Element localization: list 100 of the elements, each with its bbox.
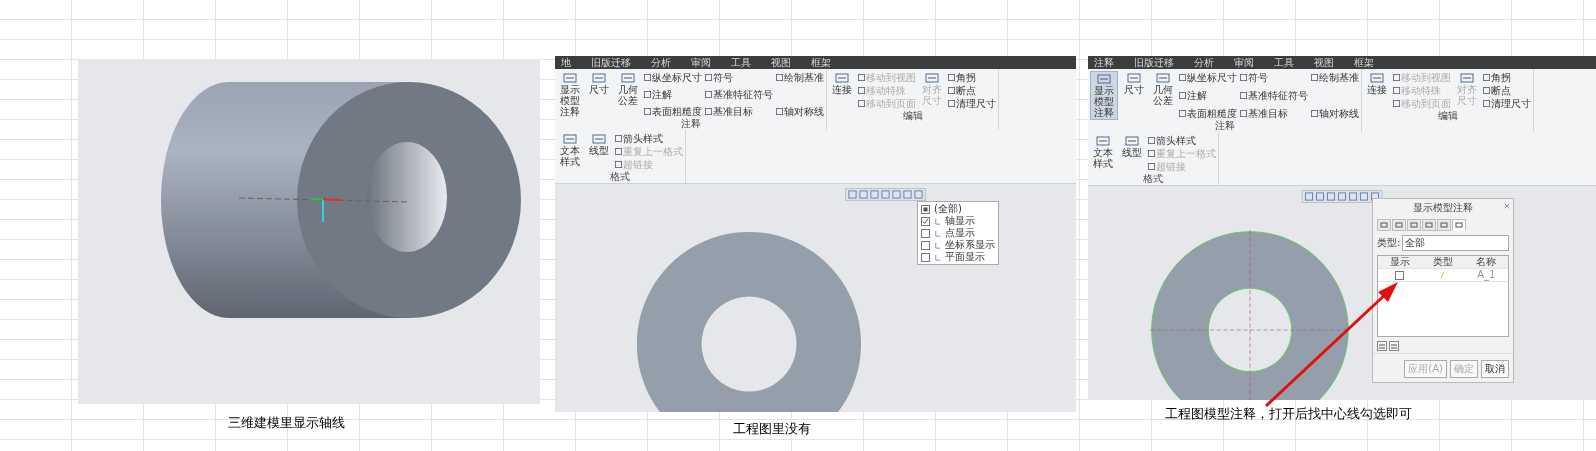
display-type-icon bbox=[934, 253, 941, 261]
ribbon-tab[interactable]: 工具 bbox=[731, 56, 751, 69]
ribbon-button[interactable]: 几何公差 bbox=[615, 71, 641, 118]
menu-item-label: 平面显示 bbox=[945, 251, 985, 263]
group-label[interactable]: 格式 bbox=[557, 171, 683, 183]
group-label[interactable]: 注释 bbox=[1090, 120, 1359, 132]
tool-icon bbox=[1156, 72, 1170, 84]
ribbon-button[interactable]: 清理尺寸 bbox=[1483, 97, 1531, 110]
ribbon-button[interactable]: 文本样式 bbox=[557, 132, 583, 171]
column-header: 名称 bbox=[1475, 256, 1498, 268]
ribbon-button[interactable]: 表面粗糙度 bbox=[644, 105, 702, 118]
ribbon-tab[interactable]: 分析 bbox=[651, 56, 671, 69]
ribbon-button[interactable]: 连接 bbox=[829, 71, 855, 110]
type-dropdown[interactable]: 全部 bbox=[1402, 235, 1509, 251]
dialog-tab[interactable] bbox=[1422, 219, 1436, 231]
display-type-icon bbox=[934, 241, 941, 249]
ribbon-button[interactable]: 显示模型注释 bbox=[557, 71, 583, 118]
ribbon-button[interactable]: 显示模型注释 bbox=[1090, 71, 1118, 120]
ribbon-tab[interactable]: 框架 bbox=[811, 56, 831, 69]
ribbon-button[interactable]: 角拐 bbox=[948, 71, 996, 84]
close-icon[interactable] bbox=[1504, 203, 1510, 209]
ribbon-button[interactable]: 绘制基准 bbox=[1311, 71, 1359, 84]
ribbon-button[interactable]: 线型 bbox=[1119, 134, 1145, 173]
ribbon-button[interactable]: 断点 bbox=[1483, 84, 1531, 97]
dialog-tab[interactable] bbox=[1392, 219, 1406, 231]
ribbon-button[interactable]: 表面粗糙度 bbox=[1179, 107, 1237, 120]
ribbon-button[interactable]: 箭头样式 bbox=[1148, 134, 1216, 147]
dialog-tab[interactable] bbox=[1452, 219, 1466, 231]
menu-item-label: (全部) bbox=[934, 203, 962, 215]
ribbon-button[interactable]: 纵坐标尺寸 bbox=[644, 71, 702, 84]
dialog-tab[interactable] bbox=[1377, 219, 1391, 231]
caption: 工程图模型注释，打开后找中心线勾选即可 bbox=[1165, 405, 1412, 423]
ribbon-tab[interactable]: 视图 bbox=[1314, 56, 1334, 69]
select-all-icon[interactable] bbox=[921, 204, 930, 214]
ribbon-button[interactable]: 符号 bbox=[1240, 71, 1308, 84]
ribbon-button[interactable]: 文本样式 bbox=[1090, 134, 1116, 173]
ribbon-tab[interactable]: 审阅 bbox=[691, 56, 711, 69]
checkbox[interactable] bbox=[921, 240, 930, 250]
ribbon-button[interactable]: 注解 bbox=[1179, 89, 1237, 102]
ribbon-tab[interactable]: 框架 bbox=[1354, 56, 1374, 69]
ribbon-button[interactable]: 断点 bbox=[948, 84, 996, 97]
ribbon-button[interactable]: 绘制基准 bbox=[776, 71, 824, 84]
list-tool-icon[interactable] bbox=[1389, 341, 1399, 351]
checkbox[interactable] bbox=[921, 252, 930, 262]
tool-icon bbox=[1127, 72, 1141, 84]
tool-icon bbox=[776, 108, 783, 115]
ribbon-button[interactable]: 清理尺寸 bbox=[948, 97, 996, 110]
ribbon-tab[interactable]: 注释 bbox=[1094, 56, 1114, 69]
dialog-tab[interactable] bbox=[1407, 219, 1421, 231]
column-header: 类型 bbox=[1432, 256, 1454, 268]
tool-icon bbox=[705, 91, 712, 98]
display-type-icon bbox=[934, 229, 941, 237]
checkbox[interactable] bbox=[921, 216, 930, 226]
checkbox[interactable] bbox=[921, 228, 930, 238]
dialog-button[interactable]: 取消 bbox=[1481, 360, 1509, 378]
tool-icon bbox=[1240, 92, 1247, 99]
tool-icon bbox=[621, 72, 635, 84]
ribbon-button[interactable]: 基准特征符号 bbox=[1240, 89, 1308, 102]
group-label[interactable]: 注释 bbox=[557, 118, 824, 130]
ribbon-button[interactable]: 尺寸 bbox=[1121, 71, 1147, 120]
ribbon-button[interactable]: 基准特征符号 bbox=[705, 88, 773, 101]
ribbon-button[interactable]: 基准目标 bbox=[1240, 107, 1308, 120]
group-label[interactable]: 格式 bbox=[1090, 173, 1216, 185]
ribbon-tab[interactable]: 视图 bbox=[771, 56, 791, 69]
tool-icon bbox=[644, 91, 651, 98]
ribbon-tab[interactable]: 地 bbox=[561, 56, 571, 69]
ribbon-tab[interactable]: 旧版迁移 bbox=[591, 56, 631, 69]
ribbon-button[interactable]: 基准目标 bbox=[705, 105, 773, 118]
ribbon-button[interactable]: 箭头样式 bbox=[615, 132, 683, 145]
tool-icon bbox=[592, 72, 606, 84]
tool-icon bbox=[644, 74, 651, 81]
tool-icon bbox=[1311, 110, 1318, 117]
ribbon-button[interactable]: 注解 bbox=[644, 88, 702, 101]
ribbon-tab[interactable]: 分析 bbox=[1194, 56, 1214, 69]
dialog-tab[interactable] bbox=[1437, 219, 1451, 231]
ribbon-button[interactable]: 轴对称线 bbox=[1311, 107, 1359, 120]
ribbon-tab[interactable]: 旧版迁移 bbox=[1134, 56, 1174, 69]
group-label[interactable]: 编辑 bbox=[1364, 110, 1531, 122]
ribbon-button[interactable]: 符号 bbox=[705, 71, 773, 84]
ribbon-button[interactable]: 纵坐标尺寸 bbox=[1179, 71, 1237, 84]
tool-icon bbox=[776, 74, 783, 81]
checkbox[interactable] bbox=[1395, 270, 1405, 280]
ribbon-button[interactable]: 角拐 bbox=[1483, 71, 1531, 84]
ribbon-button[interactable]: 几何公差 bbox=[1150, 71, 1176, 120]
ribbon-tab[interactable]: 审阅 bbox=[1234, 56, 1254, 69]
tool-icon bbox=[1460, 72, 1474, 84]
ribbon-button[interactable]: 线型 bbox=[586, 132, 612, 171]
menu-item-label: 轴显示 bbox=[945, 215, 975, 227]
tool-icon bbox=[592, 133, 606, 145]
column-header: 显示 bbox=[1388, 256, 1411, 268]
list-tool-icon[interactable] bbox=[1377, 341, 1387, 351]
group-label[interactable]: 编辑 bbox=[829, 110, 996, 122]
table-cell-text: A_1 bbox=[1476, 269, 1497, 281]
ribbon-button[interactable]: 轴对称线 bbox=[776, 105, 824, 118]
tool-icon bbox=[705, 74, 712, 81]
ribbon-tab[interactable]: 工具 bbox=[1274, 56, 1294, 69]
caption: 三维建模里显示轴线 bbox=[228, 414, 345, 432]
tool-icon bbox=[563, 133, 577, 145]
ribbon-button[interactable]: 尺寸 bbox=[586, 71, 612, 118]
ribbon-button[interactable]: 连接 bbox=[1364, 71, 1390, 110]
